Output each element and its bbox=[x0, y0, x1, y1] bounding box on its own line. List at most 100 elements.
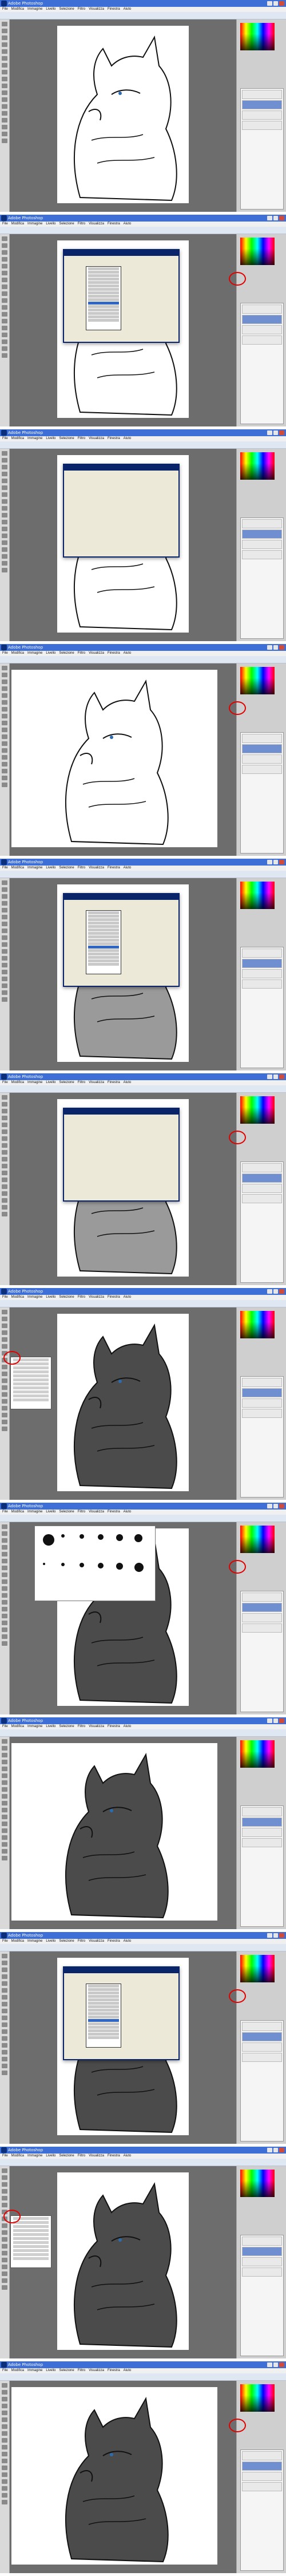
context-menu-item[interactable] bbox=[13, 1398, 49, 1401]
tool-icon[interactable] bbox=[2, 2189, 7, 2194]
color-picker[interactable] bbox=[240, 238, 275, 265]
close-icon[interactable] bbox=[279, 1074, 285, 1079]
context-menu-item[interactable] bbox=[13, 1390, 49, 1393]
tool-icon[interactable] bbox=[2, 506, 7, 511]
tool-icon[interactable] bbox=[2, 942, 7, 947]
layer-row[interactable] bbox=[242, 1838, 282, 1847]
brush-tool-icon[interactable] bbox=[2, 922, 7, 926]
menu-item[interactable]: Immagine bbox=[27, 1295, 42, 1300]
tool-icon[interactable] bbox=[2, 326, 7, 330]
options-bar[interactable] bbox=[0, 441, 286, 449]
context-menu-item[interactable] bbox=[13, 2233, 49, 2236]
options-bar[interactable] bbox=[0, 871, 286, 878]
menu-item[interactable]: Livello bbox=[46, 2368, 55, 2373]
menu-item[interactable]: Selezione bbox=[59, 1080, 74, 1085]
tool-icon[interactable] bbox=[2, 319, 7, 323]
menu-item[interactable]: Finestra bbox=[108, 1295, 120, 1300]
dropdown-option[interactable] bbox=[88, 963, 119, 966]
minimize-icon[interactable] bbox=[267, 1718, 272, 1723]
tool-icon[interactable] bbox=[2, 1191, 7, 1196]
menu-item[interactable]: Immagine bbox=[27, 1510, 42, 1515]
dropdown-option[interactable] bbox=[88, 2036, 119, 2039]
tool-icon[interactable] bbox=[2, 1413, 7, 1417]
dropdown-option[interactable] bbox=[88, 911, 119, 914]
dropdown-option[interactable] bbox=[88, 929, 119, 931]
close-icon[interactable] bbox=[279, 2148, 285, 2152]
toolbox[interactable] bbox=[0, 1093, 10, 1285]
menu-item[interactable]: Immagine bbox=[27, 1939, 42, 1944]
tool-icon[interactable] bbox=[2, 929, 7, 933]
close-icon[interactable] bbox=[279, 645, 285, 650]
menu-item[interactable]: Aiuto bbox=[124, 1510, 132, 1515]
tool-icon[interactable] bbox=[2, 70, 7, 74]
tool-icon[interactable] bbox=[2, 2265, 7, 2269]
tool-icon[interactable] bbox=[2, 970, 7, 974]
dropdown-option[interactable] bbox=[88, 953, 119, 955]
layer-row[interactable] bbox=[242, 110, 282, 120]
menu-item[interactable]: Immagine bbox=[27, 7, 42, 12]
layer-row[interactable] bbox=[242, 305, 282, 314]
dropdown-option[interactable] bbox=[88, 956, 119, 959]
tool-icon[interactable] bbox=[2, 353, 7, 358]
tool-icon[interactable] bbox=[2, 1212, 7, 1216]
maximize-icon[interactable] bbox=[273, 216, 279, 220]
brush-tool-icon[interactable] bbox=[2, 492, 7, 497]
tool-icon[interactable] bbox=[2, 1545, 7, 1550]
tool-icon[interactable] bbox=[2, 1559, 7, 1563]
close-icon[interactable] bbox=[279, 1289, 285, 1294]
layer-row[interactable] bbox=[242, 734, 282, 743]
tool-icon[interactable] bbox=[2, 1746, 7, 1751]
layer-row[interactable] bbox=[242, 2237, 282, 2246]
tool-icon[interactable] bbox=[2, 2009, 7, 2013]
tool-icon[interactable] bbox=[2, 1129, 7, 1134]
tool-icon[interactable] bbox=[2, 1392, 7, 1397]
dropdown-option[interactable] bbox=[88, 298, 119, 301]
tool-icon[interactable] bbox=[2, 1739, 7, 1744]
color-picker[interactable] bbox=[240, 1311, 275, 1338]
menu-item[interactable]: Livello bbox=[46, 7, 55, 12]
tool-icon[interactable] bbox=[2, 346, 7, 351]
tool-icon[interactable] bbox=[2, 901, 7, 906]
layer-row[interactable] bbox=[242, 969, 282, 978]
menu-item[interactable]: Finestra bbox=[108, 2368, 120, 2373]
menu-item[interactable]: Livello bbox=[46, 1295, 55, 1300]
tool-icon[interactable] bbox=[2, 77, 7, 81]
tool-icon[interactable] bbox=[2, 1842, 7, 1847]
layer-row[interactable] bbox=[242, 2267, 282, 2277]
tool-icon[interactable] bbox=[2, 111, 7, 116]
dropdown-option[interactable] bbox=[88, 2019, 119, 2022]
layer-row[interactable] bbox=[242, 519, 282, 528]
tool-icon[interactable] bbox=[2, 1828, 7, 1833]
menu-item[interactable]: Livello bbox=[46, 1939, 55, 1944]
tool-icon[interactable] bbox=[2, 520, 7, 524]
tool-icon[interactable] bbox=[2, 540, 7, 545]
tool-icon[interactable] bbox=[2, 1579, 7, 1584]
tool-icon[interactable] bbox=[2, 125, 7, 129]
close-icon[interactable] bbox=[279, 1718, 285, 1723]
menu-item[interactable]: Livello bbox=[46, 651, 55, 656]
tool-icon[interactable] bbox=[2, 554, 7, 559]
menu-item[interactable]: Finestra bbox=[108, 222, 120, 227]
tool-icon[interactable] bbox=[2, 2050, 7, 2055]
menu-item[interactable]: Selezione bbox=[59, 7, 74, 12]
menu-item[interactable]: Modifica bbox=[11, 222, 24, 227]
tool-icon[interactable] bbox=[2, 479, 7, 483]
tool-icon[interactable] bbox=[2, 2472, 7, 2477]
layer-row[interactable] bbox=[242, 1163, 282, 1172]
tool-icon[interactable] bbox=[2, 1773, 7, 1778]
menu-item[interactable]: Modifica bbox=[11, 2154, 24, 2159]
tool-icon[interactable] bbox=[2, 1378, 7, 1383]
context-menu-item[interactable] bbox=[13, 2221, 49, 2224]
menu-item[interactable]: Modifica bbox=[11, 1510, 24, 1515]
brush-presets-panel[interactable] bbox=[34, 1526, 156, 1601]
menu-item[interactable]: Immagine bbox=[27, 222, 42, 227]
tool-icon[interactable] bbox=[2, 2431, 7, 2436]
menu-item[interactable]: Visualizza bbox=[89, 1939, 104, 1944]
menu-item[interactable]: Aiuto bbox=[124, 222, 132, 227]
tool-icon[interactable] bbox=[2, 1614, 7, 1618]
close-icon[interactable] bbox=[279, 1933, 285, 1938]
dropdown-option[interactable] bbox=[88, 281, 119, 284]
layer-row[interactable] bbox=[242, 1613, 282, 1622]
menu-item[interactable]: Modifica bbox=[11, 436, 24, 441]
tool-icon[interactable] bbox=[2, 2383, 7, 2388]
